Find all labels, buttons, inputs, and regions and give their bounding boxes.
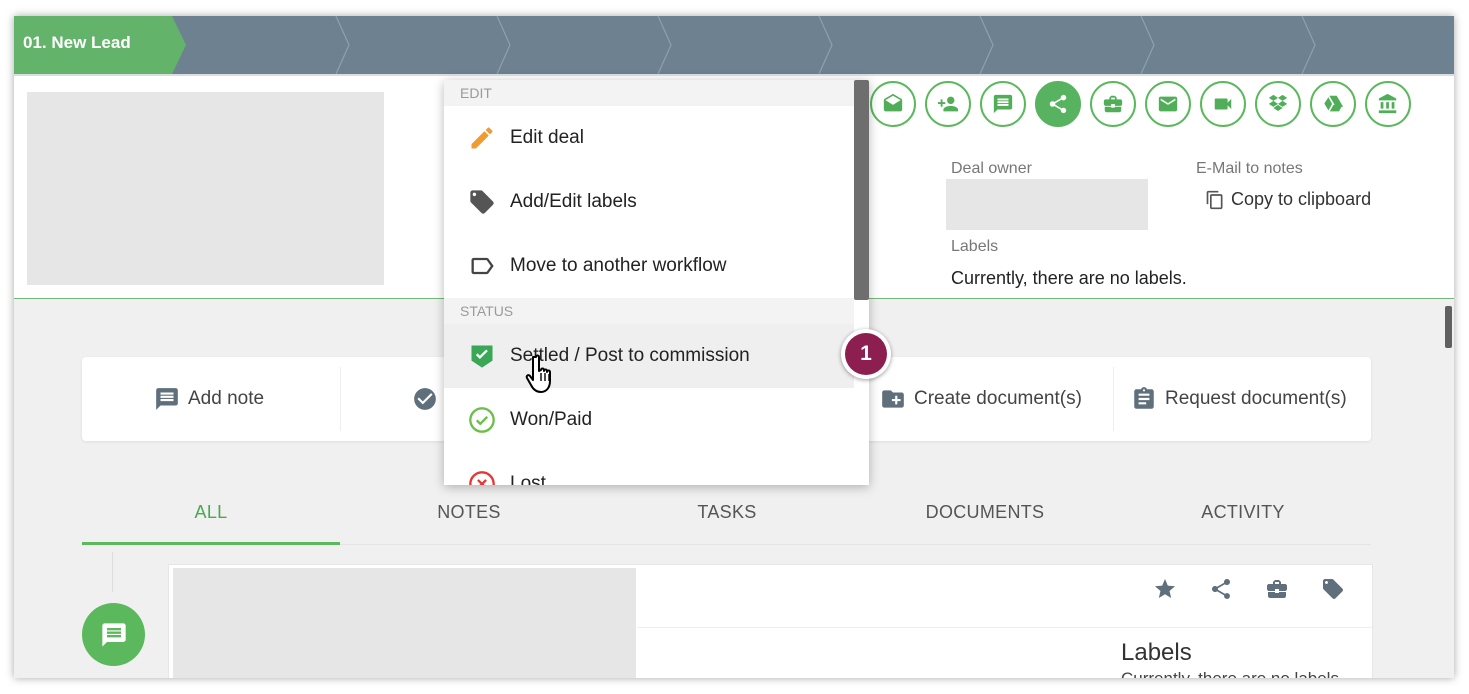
note-labels-title: Labels (1121, 639, 1192, 666)
no-labels-text: Currently, there are no labels. (951, 268, 1187, 288)
deal-owner-label: Deal owner (951, 160, 1032, 177)
pencil-icon (468, 124, 496, 152)
copy-icon (1206, 190, 1223, 209)
share-icon[interactable] (1209, 577, 1233, 601)
deal-image-placeholder (27, 92, 384, 285)
action-divider (340, 367, 341, 431)
mail-icon[interactable] (1145, 81, 1191, 127)
timeline-line (112, 552, 113, 592)
envelope-open-icon[interactable] (870, 81, 916, 127)
add-person-icon[interactable] (925, 81, 971, 127)
comment-icon[interactable] (980, 81, 1026, 127)
copy-to-clipboard-button[interactable]: Copy to clipboard (1205, 189, 1371, 210)
chat-icon (101, 622, 126, 647)
email-to-notes-label: E-Mail to notes (1196, 160, 1303, 177)
menu-item-label: Edit deal (510, 127, 584, 148)
menu-item-add-edit-labels[interactable]: Add/Edit labels (444, 170, 854, 234)
create-documents-button[interactable]: Create document(s) (880, 357, 1082, 441)
note-image-placeholder (173, 568, 636, 678)
check-circle-outline-icon (468, 406, 496, 434)
note-card-actions (1153, 577, 1345, 601)
stage-separator (495, 16, 511, 74)
note-icon (156, 388, 178, 410)
request-documents-label: Request document(s) (1165, 388, 1347, 409)
timeline-tabs: ALL NOTES TASKS DOCUMENTS ACTIVITY (82, 486, 1371, 545)
note-no-labels-text: Currently, there are no labels. (1121, 669, 1344, 678)
label-outline-icon (468, 252, 496, 280)
create-documents-label: Create document(s) (914, 388, 1082, 409)
step-badge: 1 (841, 329, 891, 379)
google-drive-icon[interactable] (1310, 81, 1356, 127)
stage-separator (656, 16, 672, 74)
menu-item-move-workflow[interactable]: Move to another workflow (444, 234, 854, 298)
labels-label: Labels (951, 238, 999, 255)
menu-item-settled[interactable]: Settled / Post to commission (444, 324, 854, 388)
timeline-note-card: Labels Currently, there are no labels. (168, 564, 1373, 678)
stage-separator (334, 16, 350, 74)
shield-check-icon (468, 342, 496, 370)
page-scrollbar[interactable] (1445, 306, 1452, 348)
step-number: 1 (845, 333, 887, 375)
dropdown-scrollbar-thumb[interactable] (854, 80, 869, 300)
share-icon[interactable] (1035, 81, 1081, 127)
deal-actions-dropdown: EDIT Edit deal Add/Edit labels Move to a… (444, 80, 869, 485)
tab-tasks[interactable]: TASKS (598, 486, 856, 542)
hand-cursor-icon (525, 354, 551, 393)
menu-item-won-paid[interactable]: Won/Paid (444, 388, 854, 452)
header-action-icons (870, 81, 1411, 127)
copy-to-clipboard-label: Copy to clipboard (1231, 189, 1372, 209)
deal-owner-placeholder (946, 179, 1148, 230)
stage-separator (817, 16, 833, 74)
menu-item-lost[interactable]: Lost (444, 452, 854, 485)
add-note-label: Add note (188, 388, 265, 409)
tab-all[interactable]: ALL (82, 486, 340, 545)
tab-notes[interactable]: NOTES (340, 486, 598, 542)
menu-item-label: Add/Edit labels (510, 191, 637, 212)
request-documents-button[interactable]: Request document(s) (1131, 357, 1347, 441)
cancel-circle-icon (468, 470, 496, 485)
dropdown-section-status: STATUS (444, 298, 854, 324)
menu-item-label: Lost (510, 473, 546, 485)
stage-separator (1139, 16, 1155, 74)
star-icon[interactable] (1153, 577, 1177, 601)
clipboard-icon (1134, 387, 1154, 409)
check-circle-icon (414, 388, 436, 410)
dropdown-section-edit: EDIT (444, 80, 854, 106)
tab-activity[interactable]: ACTIVITY (1114, 486, 1372, 542)
folder-add-icon (882, 390, 904, 408)
dropdown-scrollbar[interactable] (854, 80, 869, 485)
add-task-button[interactable] (412, 357, 438, 441)
note-divider (637, 627, 1372, 628)
pipeline-bar: 01. New Lead (14, 16, 1454, 74)
tag-icon[interactable] (1321, 577, 1345, 601)
stage-new-lead[interactable]: 01. New Lead (14, 16, 186, 74)
add-note-button[interactable]: Add note (154, 357, 264, 441)
briefcase-icon[interactable] (1265, 577, 1289, 601)
video-icon[interactable] (1200, 81, 1246, 127)
stage-separator (1300, 16, 1316, 74)
stage-separator (978, 16, 994, 74)
bank-icon[interactable] (1365, 81, 1411, 127)
action-divider (1113, 367, 1114, 431)
menu-item-label: Won/Paid (510, 409, 593, 430)
menu-item-label: Move to another workflow (510, 255, 727, 276)
briefcase-icon[interactable] (1090, 81, 1136, 127)
menu-item-edit-deal[interactable]: Edit deal (444, 106, 854, 170)
tag-icon (468, 188, 496, 216)
chat-fab-button[interactable] (82, 603, 145, 666)
dropbox-icon[interactable] (1255, 81, 1301, 127)
tab-documents[interactable]: DOCUMENTS (856, 486, 1114, 542)
app-frame: 01. New Lead Deal owner E-Mail to notes (14, 16, 1454, 678)
